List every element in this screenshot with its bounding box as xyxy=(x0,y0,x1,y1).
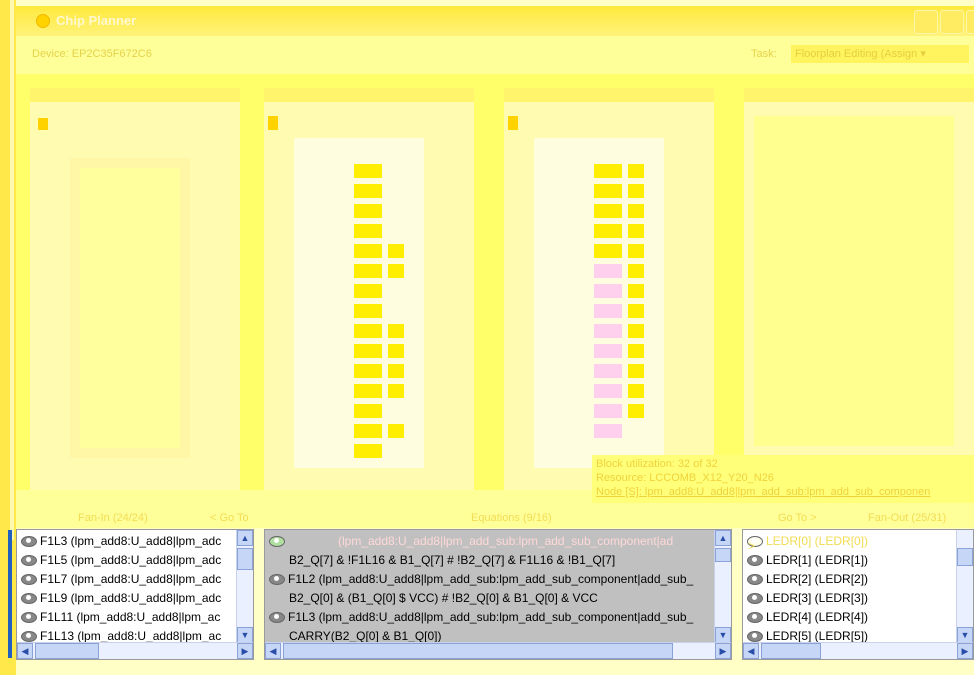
device-label: Device: EP2C35F672C6 xyxy=(32,48,152,60)
scroll-thumb[interactable] xyxy=(715,548,731,562)
scroll-left-icon[interactable]: ◀ xyxy=(743,643,759,659)
scroll-left-icon[interactable]: ◀ xyxy=(17,643,33,659)
list-item[interactable]: > LEDR[0] (LEDR[0]) xyxy=(747,532,868,553)
close-button[interactable] xyxy=(966,10,974,34)
equation-line: F1L2 (lpm_add8:U_add8|lpm_add_sub:lpm_ad… xyxy=(269,570,693,588)
scroll-up-icon[interactable]: ▲ xyxy=(715,530,731,546)
block-tooltip: Block utilization: 32 of 32 Resource: LC… xyxy=(592,455,974,503)
fanin-vscroll[interactable]: ▲ ▼ xyxy=(236,530,253,643)
node-icon xyxy=(21,554,37,566)
equations-label: Equations (9/16) xyxy=(471,512,552,524)
equation-line: F1L3 (lpm_add8:U_add8|lpm_add_sub:lpm_ad… xyxy=(269,608,693,626)
node-icon xyxy=(21,573,37,585)
floorplan-column-1 xyxy=(30,88,240,490)
floorplan-column-4 xyxy=(744,88,974,490)
fanout-hscroll[interactable]: ◀ ▶ xyxy=(743,642,973,659)
scroll-thumb[interactable] xyxy=(237,548,253,570)
node-icon xyxy=(269,535,285,547)
list-item[interactable]: LEDR[1] (LEDR[1]) xyxy=(747,551,868,569)
list-item[interactable]: F1L7 (lpm_add8:U_add8|lpm_adc xyxy=(21,570,221,588)
node-icon xyxy=(269,611,285,623)
scroll-thumb[interactable] xyxy=(35,643,99,659)
goto-right-button[interactable]: Go To > xyxy=(778,512,817,524)
fanin-hscroll[interactable]: ◀ ▶ xyxy=(17,642,253,659)
node-icon xyxy=(747,630,763,642)
scroll-left-icon[interactable]: ◀ xyxy=(265,643,281,659)
goto-left-button[interactable]: < Go To xyxy=(210,512,249,524)
floorplan-column-2 xyxy=(264,88,474,490)
fanout-panel[interactable]: > LEDR[0] (LEDR[0]) LEDR[1] (LEDR[1]) LED… xyxy=(742,529,974,660)
scroll-down-icon[interactable]: ▼ xyxy=(237,627,253,643)
list-item[interactable]: F1L11 (lpm_add8:U_add8|lpm_ac xyxy=(21,608,220,626)
node-icon xyxy=(747,592,763,604)
node-icon xyxy=(21,592,37,604)
tooltip-line-3: Node [S]: lpm_add8:U_add8|lpm_add_sub:lp… xyxy=(596,486,931,498)
floorplan-column-3 xyxy=(504,88,714,490)
list-item[interactable]: F1L9 (lpm_add8:U_add8|lpm_adc xyxy=(21,589,221,607)
equations-hscroll[interactable]: ◀ ▶ xyxy=(265,642,731,659)
list-item[interactable]: LEDR[4] (LEDR[4]) xyxy=(747,608,868,626)
list-item[interactable]: F1L5 (lpm_add8:U_add8|lpm_adc xyxy=(21,551,221,569)
scroll-down-icon[interactable]: ▼ xyxy=(715,627,731,643)
node-icon xyxy=(21,611,37,623)
equations-vscroll[interactable]: ▲ ▼ xyxy=(714,530,731,643)
task-select[interactable]: Floorplan Editing (Assign ▾ xyxy=(791,45,969,63)
fanout-vscroll[interactable]: ▼ xyxy=(956,530,973,643)
equations-panel[interactable]: (lpm_add8:U_add8|lpm_add_sub:lpm_add_sub… xyxy=(264,529,732,660)
scroll-thumb[interactable] xyxy=(957,548,973,566)
toolbar-header: Device: EP2C35F672C6 Task: Floorplan Edi… xyxy=(16,36,974,74)
scroll-up-icon[interactable]: ▲ xyxy=(237,530,253,546)
title-bar: Chip Planner xyxy=(16,6,974,36)
window-title: Chip Planner xyxy=(56,13,137,28)
list-item[interactable]: LEDR[2] (LEDR[2]) xyxy=(747,570,868,588)
node-icon xyxy=(747,573,763,585)
floorplan-canvas[interactable] xyxy=(16,74,974,490)
task-value: Floorplan Editing (Assign xyxy=(795,48,918,60)
node-icon xyxy=(21,630,37,642)
node-icon xyxy=(269,573,285,585)
fanin-label: Fan-In (24/24) xyxy=(78,512,148,524)
maximize-button[interactable] xyxy=(940,10,964,34)
tooltip-line-2: Resource: LCCOMB_X12_Y20_N26 xyxy=(596,472,774,484)
left-border-highlight xyxy=(10,0,14,540)
scroll-thumb[interactable] xyxy=(283,643,673,659)
scroll-right-icon[interactable]: ▶ xyxy=(957,643,973,659)
scroll-right-icon[interactable]: ▶ xyxy=(237,643,253,659)
task-label: Task: xyxy=(751,48,777,60)
equation-line: B2_Q[7] & !F1L16 & B1_Q[7] # !B2_Q[7] & … xyxy=(289,553,616,567)
equation-header: (lpm_add8:U_add8|lpm_add_sub:lpm_add_sub… xyxy=(269,532,673,550)
app-icon xyxy=(36,14,50,28)
fanout-label: Fan-Out (25/31) xyxy=(868,512,947,524)
tooltip-line-1: Block utilization: 32 of 32 xyxy=(596,458,718,470)
node-icon xyxy=(747,611,763,623)
minimize-button[interactable] xyxy=(914,10,938,34)
fanin-panel[interactable]: F1L3 (lpm_add8:U_add8|lpm_adc F1L5 (lpm_… xyxy=(16,529,254,660)
chip-planner-window: Chip Planner Device: EP2C35F672C6 Task: … xyxy=(0,0,974,675)
list-item[interactable]: F1L3 (lpm_add8:U_add8|lpm_adc xyxy=(21,532,221,550)
list-item[interactable]: LEDR[3] (LEDR[3]) xyxy=(747,589,868,607)
node-icon xyxy=(21,535,37,547)
scroll-thumb[interactable] xyxy=(761,643,821,659)
equation-line: B2_Q[0] & (B1_Q[0] $ VCC) # !B2_Q[0] & B… xyxy=(289,591,598,605)
scroll-down-icon[interactable]: ▼ xyxy=(957,627,973,643)
scroll-right-icon[interactable]: ▶ xyxy=(715,643,731,659)
node-icon xyxy=(747,554,763,566)
focus-indicator xyxy=(8,530,12,658)
